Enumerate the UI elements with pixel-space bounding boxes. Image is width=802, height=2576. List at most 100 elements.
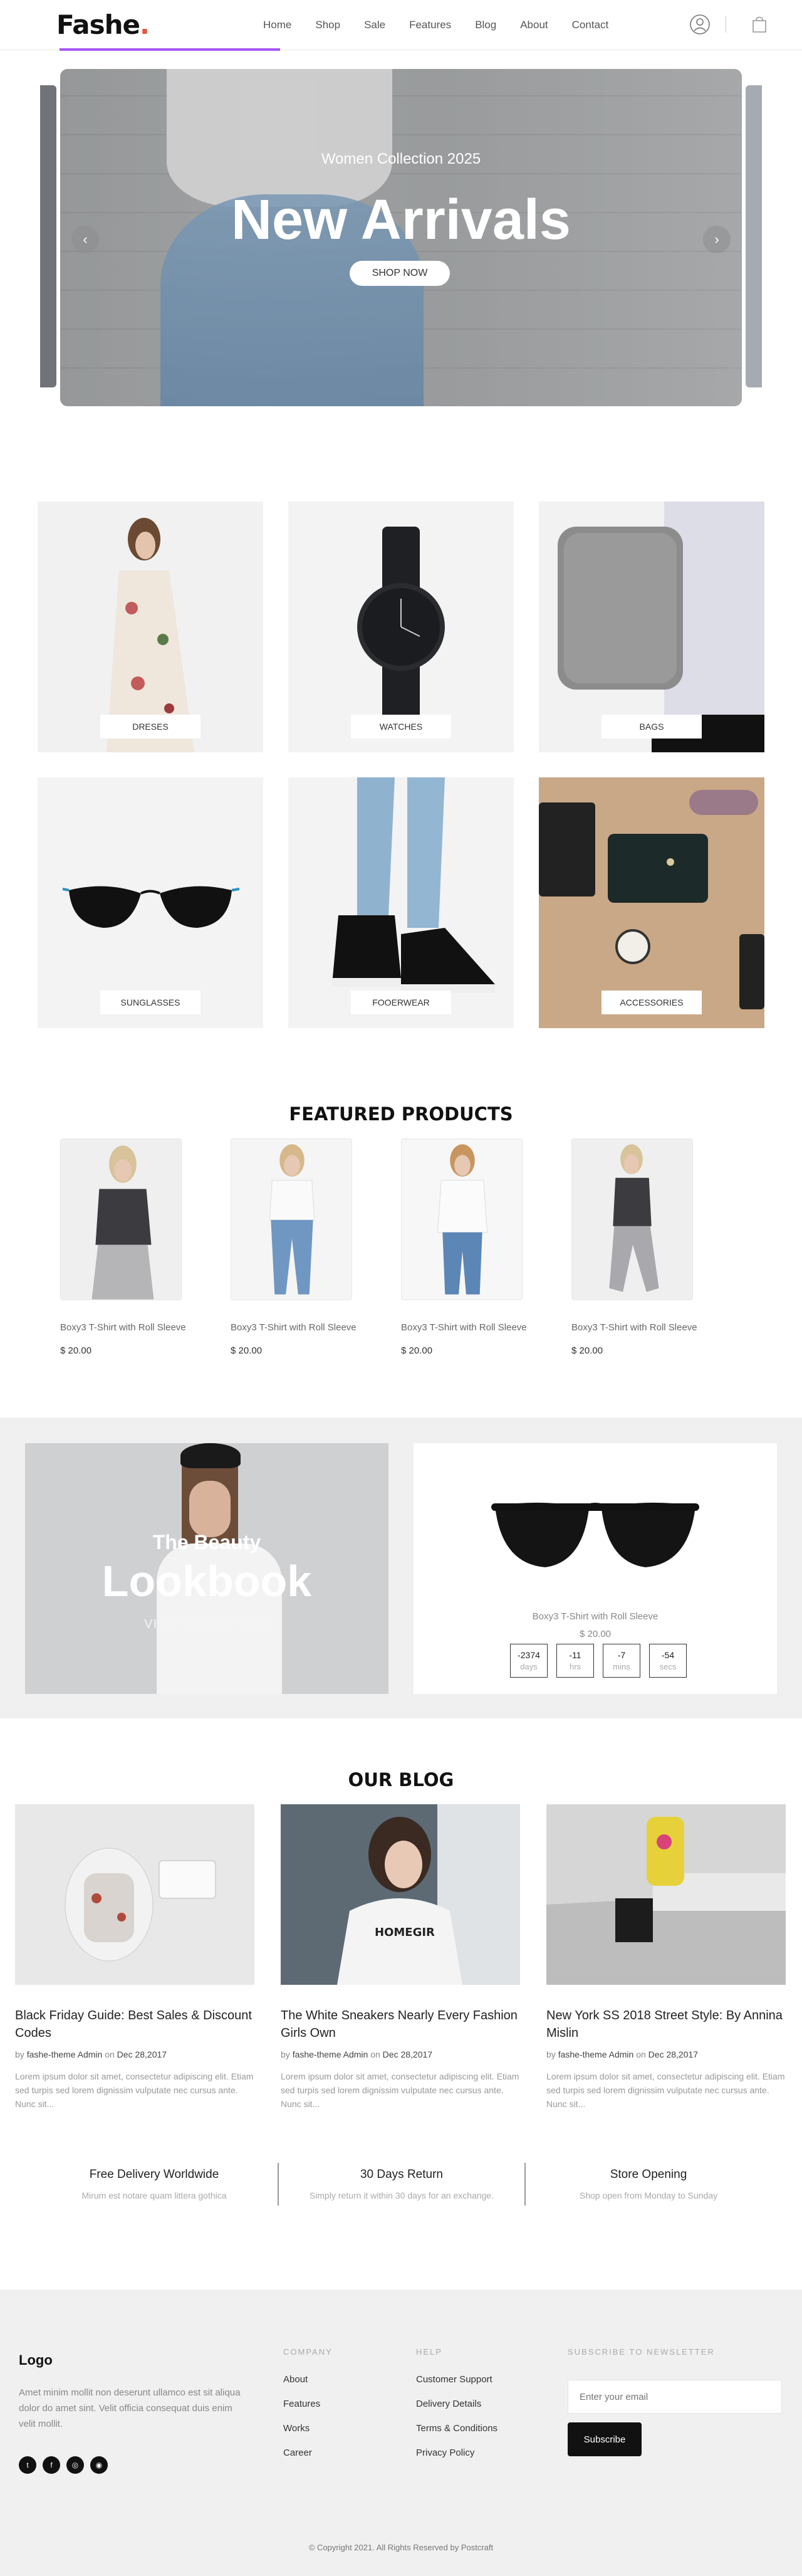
feature-free-delivery: Free Delivery Worldwide Mirum est notare… xyxy=(31,2163,278,2205)
footer-link-about[interactable]: About xyxy=(283,2374,333,2385)
hero-subtitle: Women Collection 2025 xyxy=(321,150,481,167)
product-name[interactable]: Boxy3 T-Shirt with Roll Sleeve xyxy=(231,1322,393,1333)
twitter-icon[interactable]: t xyxy=(19,2456,36,2474)
footer-link-career[interactable]: Career xyxy=(283,2447,333,2458)
category-label[interactable]: FOOERWEAR xyxy=(351,991,451,1014)
feature-text: Simply return it within 30 days for an e… xyxy=(309,2190,494,2200)
nav-about[interactable]: About xyxy=(520,19,548,31)
social-links: t f ◎ ◉ xyxy=(19,2456,108,2474)
deal-product-price: $ 20.00 xyxy=(579,1629,612,1639)
footer-newsletter-column: SUBSCRIBE TO NEWSLETTER xyxy=(568,2347,715,2357)
countdown-minutes: -7 mins xyxy=(603,1644,640,1678)
brand-logo[interactable]: Fashe. xyxy=(56,9,263,40)
feature-store-opening: Store Opening Shop open from Monday to S… xyxy=(524,2163,771,2205)
footer-link-customer-support[interactable]: Customer Support xyxy=(416,2374,497,2385)
product-name[interactable]: Boxy3 T-Shirt with Roll Sleeve xyxy=(571,1322,734,1333)
category-dresses[interactable]: DRESES xyxy=(38,502,263,752)
feature-title: 30 Days Return xyxy=(360,2168,443,2181)
category-label[interactable]: WATCHES xyxy=(351,715,451,739)
user-icon[interactable] xyxy=(689,14,711,35)
feature-returns: 30 Days Return Simply return it within 3… xyxy=(278,2163,524,2205)
nav-features[interactable]: Features xyxy=(409,19,451,31)
deal-product-name[interactable]: Boxy3 T-Shirt with Roll Sleeve xyxy=(414,1611,777,1622)
product-card[interactable]: Boxy3 T-Shirt with Roll Sleeve $ 20.00 xyxy=(231,1138,357,1356)
footer-logo[interactable]: Logo xyxy=(19,2352,53,2368)
category-grid: DRESES WATCHES BAGS SUNGLASSES FOOERWEAR… xyxy=(38,502,764,1028)
footer-link-privacy[interactable]: Privacy Policy xyxy=(416,2447,497,2458)
category-accessories[interactable]: ACCESSORIES xyxy=(539,777,764,1028)
github-icon[interactable]: ◉ xyxy=(90,2456,108,2474)
instagram-icon[interactable]: ◎ xyxy=(66,2456,84,2474)
subscribe-button[interactable]: Subscribe xyxy=(568,2422,642,2456)
lookbook-banner[interactable]: The Beauty Lookbook VIEW COLLECTION xyxy=(25,1443,388,1694)
product-image[interactable] xyxy=(571,1138,693,1300)
newsletter-email-input[interactable] xyxy=(568,2380,782,2414)
product-image[interactable] xyxy=(401,1138,523,1300)
hero-slide: Women Collection 2025 New Arrivals SHOP … xyxy=(60,69,742,406)
blog-post[interactable]: HOMEGIR The White Sneakers Nearly Every … xyxy=(281,1804,520,2111)
nav-blog[interactable]: Blog xyxy=(475,19,496,31)
blog-post-excerpt: Lorem ipsum dolor sit amet, consectetur … xyxy=(281,2071,519,2109)
nav-home[interactable]: Home xyxy=(263,19,291,31)
blog-post[interactable]: Black Friday Guide: Best Sales & Discoun… xyxy=(15,1804,254,2111)
feature-title: Free Delivery Worldwide xyxy=(89,2168,219,2181)
facebook-icon[interactable]: f xyxy=(43,2456,60,2474)
product-name[interactable]: Boxy3 T-Shirt with Roll Sleeve xyxy=(60,1322,223,1333)
category-label[interactable]: DRESES xyxy=(100,715,200,739)
footer-link-delivery-details[interactable]: Delivery Details xyxy=(416,2399,497,2409)
footer-link-works[interactable]: Works xyxy=(283,2423,333,2434)
shopping-bag-icon[interactable] xyxy=(751,16,768,33)
countdown-value: -2374 xyxy=(518,1650,540,1660)
footer-link-features[interactable]: Features xyxy=(283,2399,333,2409)
deal-countdown: -2374 days -11 hrs -7 mins -54 secs xyxy=(510,1644,687,1678)
blog-post-title[interactable]: New York SS 2018 Street Style: By Annina… xyxy=(546,2007,786,2042)
blog-image[interactable] xyxy=(15,1804,254,1985)
countdown-seconds: -54 secs xyxy=(649,1644,687,1678)
blog-post-excerpt: Lorem ipsum dolor sit amet, consectetur … xyxy=(15,2071,254,2109)
lookbook-model-face xyxy=(189,1481,231,1537)
deal-card[interactable]: Boxy3 T-Shirt with Roll Sleeve $ 20.00 -… xyxy=(414,1443,777,1694)
product-card[interactable]: Boxy3 T-Shirt with Roll Sleeve $ 20.00 xyxy=(60,1138,186,1356)
blog-image[interactable]: HOMEGIR xyxy=(281,1804,520,1985)
countdown-value: -54 xyxy=(661,1650,675,1660)
blog-image[interactable] xyxy=(546,1804,786,1985)
blog-post-meta: by fashe-theme Admin on Dec 28,2017 xyxy=(281,2049,433,2059)
category-footwear[interactable]: FOOERWEAR xyxy=(288,777,514,1028)
main-nav: Home Shop Sale Features Blog About Conta… xyxy=(263,19,632,31)
category-watches[interactable]: WATCHES xyxy=(288,502,514,752)
blog-post[interactable]: New York SS 2018 Street Style: By Annina… xyxy=(546,1804,786,2111)
category-label[interactable]: ACCESSORIES xyxy=(602,991,702,1014)
product-image[interactable] xyxy=(60,1138,182,1300)
product-price: $ 20.00 xyxy=(231,1345,263,1356)
category-sunglasses[interactable]: SUNGLASSES xyxy=(38,777,263,1028)
product-name[interactable]: Boxy3 T-Shirt with Roll Sleeve xyxy=(401,1322,564,1333)
shop-now-button[interactable]: SHOP NOW xyxy=(350,261,450,286)
svg-text:HOMEGIR: HOMEGIR xyxy=(375,1926,435,1939)
product-price: $ 20.00 xyxy=(571,1345,603,1356)
countdown-unit: days xyxy=(520,1662,538,1671)
product-image[interactable] xyxy=(231,1138,352,1300)
prev-slide-peek[interactable] xyxy=(40,85,56,387)
footer-link-terms[interactable]: Terms & Conditions xyxy=(416,2423,497,2434)
view-collection-link[interactable]: VIEW COLLECTION xyxy=(25,1617,388,1632)
countdown-value: -7 xyxy=(617,1650,626,1660)
carousel-prev-arrow-icon[interactable]: ‹ xyxy=(71,226,99,253)
category-label[interactable]: SUNGLASSES xyxy=(100,991,200,1014)
category-label[interactable]: BAGS xyxy=(602,715,702,739)
product-card[interactable]: Boxy3 T-Shirt with Roll Sleeve $ 20.00 xyxy=(401,1138,527,1356)
lookbook-model-hat xyxy=(180,1443,241,1468)
header-icons xyxy=(689,14,768,35)
deal-sunglasses-image[interactable] xyxy=(489,1493,702,1575)
footer-description: Amet minim mollit non deserunt ullamco e… xyxy=(19,2387,241,2429)
blog-post-title[interactable]: Black Friday Guide: Best Sales & Discoun… xyxy=(15,2007,254,2042)
blog-post-title[interactable]: The White Sneakers Nearly Every Fashion … xyxy=(281,2007,520,2042)
product-card[interactable]: Boxy3 T-Shirt with Roll Sleeve $ 20.00 xyxy=(571,1138,697,1356)
next-slide-peek[interactable] xyxy=(746,85,762,387)
lookbook-subtitle: The Beauty xyxy=(152,1531,261,1553)
feature-text: Mirum est notare quam littera gothica xyxy=(81,2190,227,2200)
nav-sale[interactable]: Sale xyxy=(364,19,385,31)
nav-contact[interactable]: Contact xyxy=(572,19,609,31)
carousel-next-arrow-icon[interactable]: › xyxy=(703,226,731,253)
nav-shop[interactable]: Shop xyxy=(315,19,340,31)
category-bags[interactable]: BAGS xyxy=(539,502,764,752)
